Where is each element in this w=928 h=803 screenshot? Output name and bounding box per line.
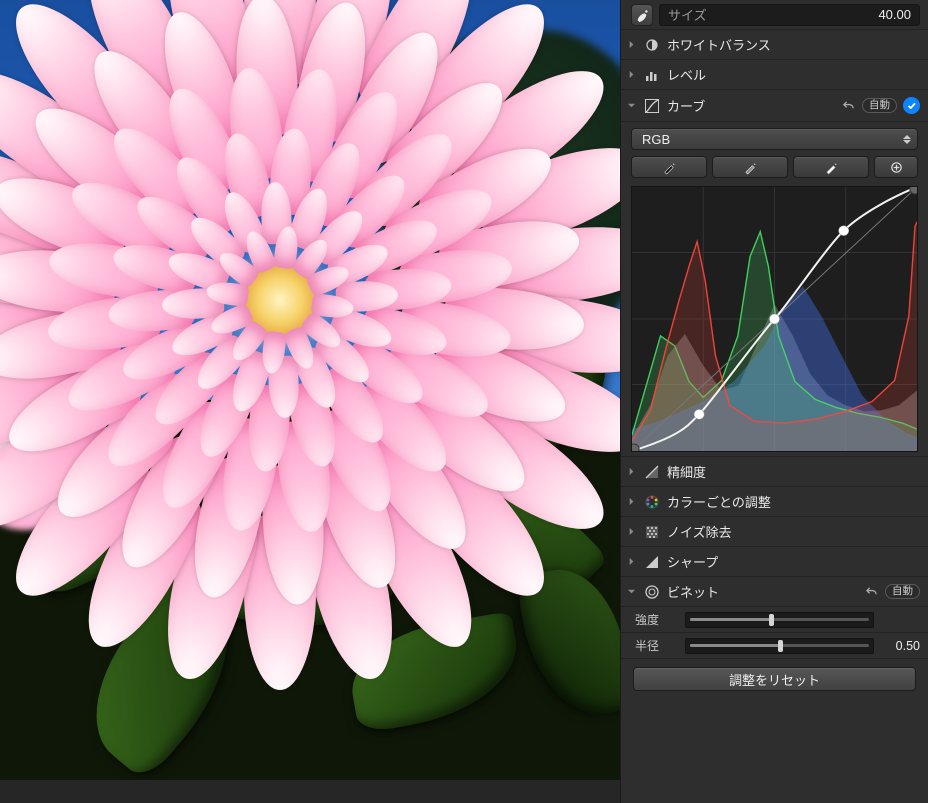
reset-adjustments-button[interactable]: 調整をリセット [633, 667, 916, 691]
white-balance-label: ホワイトバランス [667, 35, 920, 54]
undo-icon[interactable] [863, 584, 879, 600]
vignette-label: ビネット [667, 582, 857, 601]
auto-button[interactable]: 自動 [862, 98, 897, 113]
reset-label: 調整をリセット [729, 670, 820, 689]
auto-button[interactable]: 自動 [885, 584, 920, 599]
vignette-icon [643, 583, 661, 601]
chevron-down-icon [625, 100, 637, 112]
curves-graph[interactable] [631, 186, 918, 452]
white-balance-icon [643, 36, 661, 54]
brush-size-label: サイズ [668, 5, 707, 24]
color-wheel-icon [643, 493, 661, 511]
chevron-down-icon [625, 586, 637, 598]
adjustments-sidebar: サイズ 40.00 ホワイトバランス レベル カーブ 自動 RGB [620, 0, 928, 803]
chevron-right-icon [625, 556, 637, 568]
sharpen-label: シャープ [667, 552, 920, 571]
definition-label: 精細度 [667, 462, 920, 481]
channel-select[interactable]: RGB [631, 128, 918, 150]
panel-sharpen[interactable]: シャープ [621, 547, 928, 577]
panel-levels[interactable]: レベル [621, 60, 928, 90]
strength-label: 強度 [635, 611, 677, 628]
definition-icon [643, 463, 661, 481]
brush-size-value: 40.00 [878, 7, 911, 22]
chevron-right-icon [625, 39, 637, 51]
noise-icon [643, 523, 661, 541]
chevron-right-icon [625, 69, 637, 81]
image-canvas[interactable] [0, 0, 620, 780]
curves-label: カーブ [667, 96, 834, 115]
chevron-right-icon [625, 496, 637, 508]
levels-icon [643, 66, 661, 84]
gray-point-picker[interactable] [712, 156, 788, 178]
radius-label: 半径 [635, 637, 677, 654]
white-point-picker[interactable] [793, 156, 869, 178]
panel-noise-reduction[interactable]: ノイズ除去 [621, 517, 928, 547]
stepper-icon [903, 135, 911, 144]
panel-selective-color[interactable]: カラーごとの調整 [621, 487, 928, 517]
curves-body: RGB [621, 122, 928, 457]
retouch-tool-button[interactable] [631, 4, 653, 26]
panel-white-balance[interactable]: ホワイトバランス [621, 30, 928, 60]
panel-curves[interactable]: カーブ 自動 [621, 90, 928, 122]
undo-icon[interactable] [840, 98, 856, 114]
sharpen-icon [643, 553, 661, 571]
retouch-size-row: サイズ 40.00 [621, 0, 928, 30]
chevron-right-icon [625, 466, 637, 478]
radius-slider[interactable] [685, 638, 874, 654]
add-point-button[interactable] [874, 156, 918, 178]
panel-definition[interactable]: 精細度 [621, 457, 928, 487]
radius-value: 0.50 [882, 639, 920, 653]
panel-vignette[interactable]: ビネット 自動 [621, 577, 928, 607]
levels-label: レベル [667, 65, 920, 84]
vignette-radius-row: 半径 0.50 [621, 633, 928, 659]
curves-icon [643, 97, 661, 115]
chevron-right-icon [625, 526, 637, 538]
selective-color-label: カラーごとの調整 [667, 492, 920, 511]
channel-value: RGB [642, 132, 670, 147]
strength-slider[interactable] [685, 612, 874, 628]
black-point-picker[interactable] [631, 156, 707, 178]
brush-size-field[interactable]: サイズ 40.00 [659, 4, 920, 26]
noise-label: ノイズ除去 [667, 522, 920, 541]
panel-enabled-check[interactable] [903, 97, 920, 114]
vignette-strength-row: 強度 [621, 607, 928, 633]
